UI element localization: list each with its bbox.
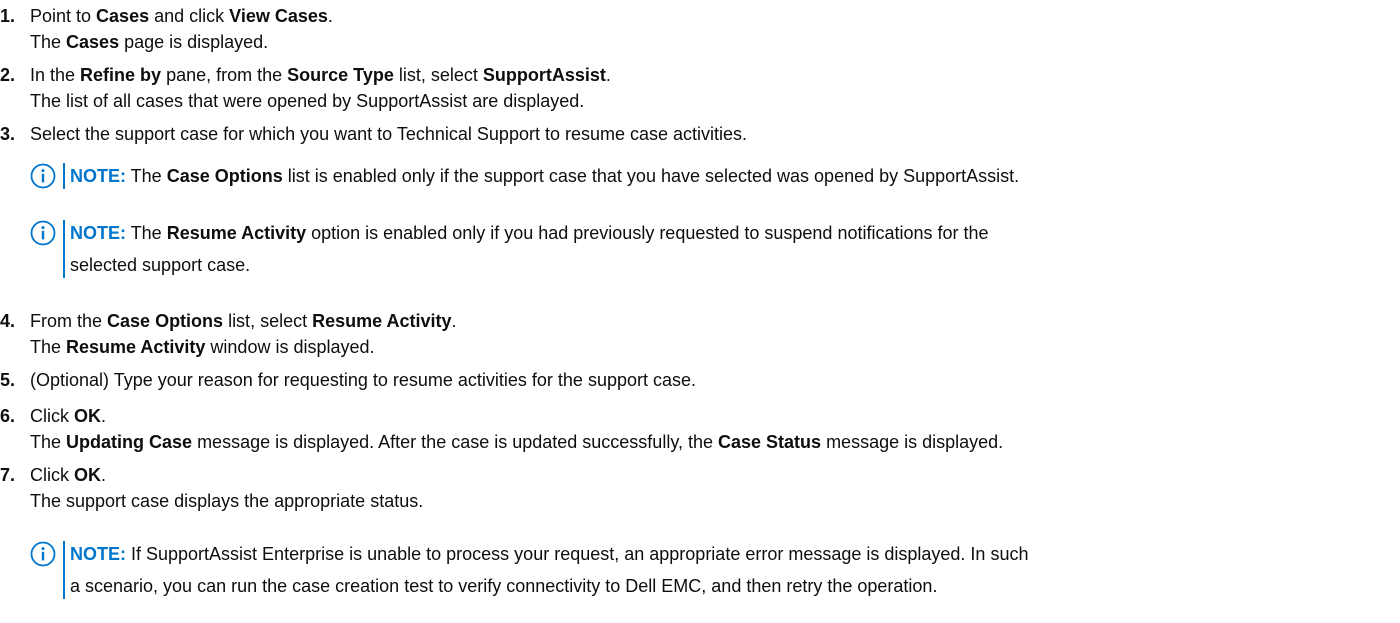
step-line: In the Refine by pane, from the Source T…	[30, 65, 611, 85]
step-line: Click OK.	[30, 406, 107, 426]
step-line: Point to Cases and click View Cases.	[30, 6, 333, 26]
step-number: 4.	[0, 311, 16, 331]
step-body: Select the support case for which you wa…	[30, 121, 747, 147]
note-text: NOTE: The Case Options list is enabled o…	[70, 166, 1020, 186]
note-bar	[63, 220, 65, 278]
note-text: NOTE: If SupportAssist Enterprise is una…	[70, 541, 1028, 599]
step-body: Click OK. The Updating Case message is d…	[30, 403, 1003, 455]
step-line: (Optional) Type your reason for requesti…	[30, 370, 696, 390]
step-body: In the Refine by pane, from the Source T…	[30, 62, 611, 114]
step-body: Point to Cases and click View Cases. The…	[30, 3, 333, 55]
note-line: NOTE: The Resume Activity option is enab…	[70, 223, 989, 243]
note-line: NOTE: If SupportAssist Enterprise is una…	[70, 544, 1029, 564]
step-line: The Resume Activity window is displayed.	[30, 337, 375, 357]
step-line: Select the support case for which you wa…	[30, 124, 748, 144]
step-number: 3.	[0, 124, 16, 144]
step-line: The Updating Case message is displayed. …	[30, 432, 1004, 452]
note-label: NOTE:	[70, 223, 126, 243]
note-label: NOTE:	[70, 166, 126, 186]
note-label: NOTE:	[70, 544, 126, 564]
note-bar	[63, 541, 65, 599]
step-line: Click OK.	[30, 465, 107, 485]
step-line: The support case displays the appropriat…	[30, 491, 424, 511]
step-number: 7.	[0, 465, 16, 485]
step-number: 6.	[0, 406, 16, 426]
step-number: 1.	[0, 6, 16, 26]
note-line: selected support case.	[70, 255, 251, 275]
step-line: From the Case Options list, select Resum…	[30, 311, 457, 331]
info-circle-icon	[30, 541, 56, 567]
step-line: The Cases page is displayed.	[30, 32, 269, 52]
step-number: 2.	[0, 65, 16, 85]
step-body: (Optional) Type your reason for requesti…	[30, 367, 696, 393]
info-circle-icon	[30, 220, 56, 246]
info-circle-icon	[30, 163, 56, 189]
step-body: From the Case Options list, select Resum…	[30, 308, 457, 360]
note-bar	[63, 163, 65, 189]
note-text: NOTE: The Resume Activity option is enab…	[70, 220, 989, 278]
step-body: Click OK. The support case displays the …	[30, 462, 423, 514]
note-line: a scenario, you can run the case creatio…	[70, 576, 938, 596]
step-line: The list of all cases that were opened b…	[30, 91, 585, 111]
step-number: 5.	[0, 370, 16, 390]
